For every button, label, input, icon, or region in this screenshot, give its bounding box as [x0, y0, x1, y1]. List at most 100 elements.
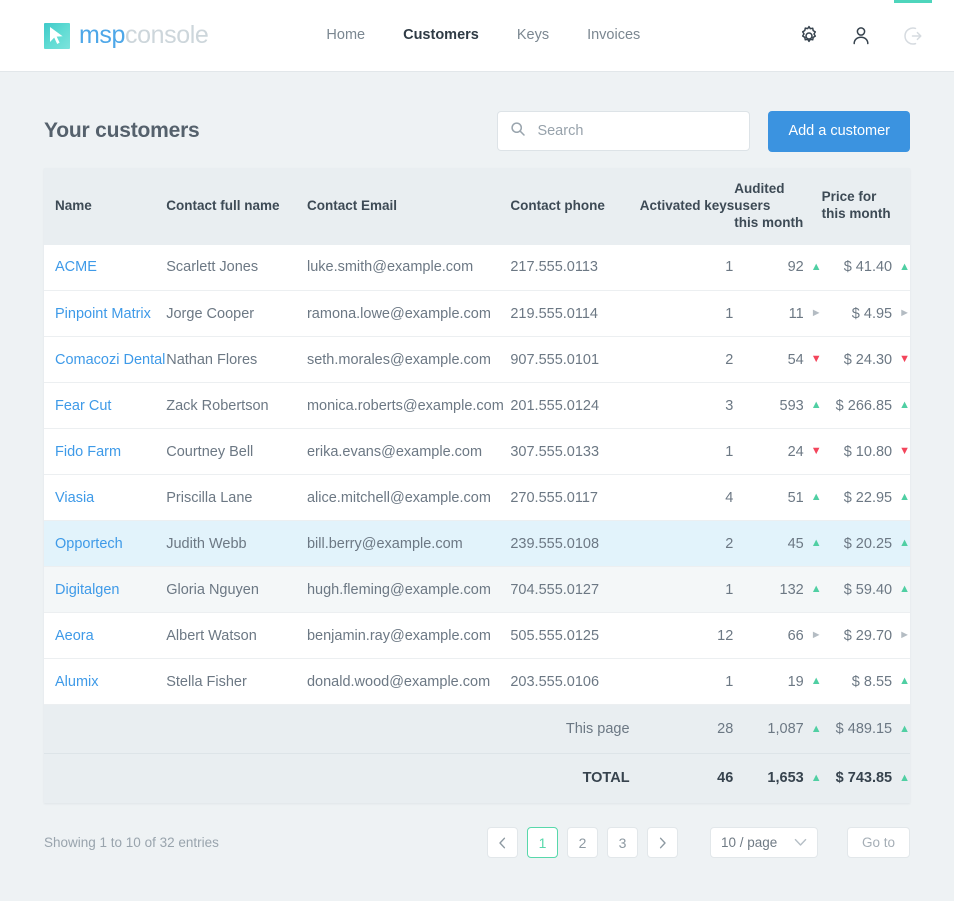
- cell-price: $ 8.55 ▲: [821, 658, 910, 706]
- cell-contact-full-name: Priscilla Lane: [166, 474, 307, 522]
- price-value: $ 29.70: [843, 627, 893, 644]
- trend-up-icon: ▲: [899, 675, 910, 688]
- table-row[interactable]: Opportech Judith Webb bill.berry@example.c…: [44, 520, 910, 568]
- price-value: $ 59.40: [843, 581, 893, 598]
- cell-name: Fear Cut: [44, 382, 167, 430]
- customer-link[interactable]: Aeora: [55, 628, 94, 644]
- brand-logo[interactable]: mspconsole: [44, 21, 209, 50]
- customer-link[interactable]: Comacozi Dental: [55, 352, 165, 368]
- audited-users-value: 24: [787, 443, 804, 460]
- cell-activated-keys: 1: [630, 428, 735, 476]
- cell-contact-full-name: Scarlett Jones: [166, 244, 307, 292]
- cell-name: Comacozi Dental: [44, 336, 167, 384]
- trend-down-icon: ▼: [899, 445, 910, 458]
- nav-link-customers[interactable]: Customers: [401, 3, 481, 68]
- audited-users-value: 593: [779, 397, 804, 414]
- cell-audited-users: 593 ▲: [734, 382, 822, 430]
- audited-users-value: 66: [787, 627, 804, 644]
- pagination-controls: 1 2 3 10 / page Go to: [487, 827, 910, 859]
- search-box[interactable]: [497, 111, 751, 151]
- table-row[interactable]: Fear Cut Zack Robertson monica.roberts@exa…: [44, 382, 910, 430]
- table-row[interactable]: Viasia Priscilla Lane alice.mitchell@examp…: [44, 474, 910, 522]
- table-row[interactable]: Fido Farm Courtney Bell erika.evans@exampl…: [44, 428, 910, 476]
- trend-flat-icon: ►: [899, 307, 910, 320]
- brand-text: mspconsole: [79, 21, 209, 50]
- column-header-name[interactable]: Name: [44, 168, 167, 245]
- cell-price: $ 20.25 ▲: [821, 520, 910, 568]
- cell-activated-keys: 12: [630, 612, 735, 660]
- price-value: $ 24.30: [843, 351, 893, 368]
- column-header-contact-phone[interactable]: Contact phone: [510, 168, 631, 245]
- customer-link[interactable]: Alumix: [55, 674, 99, 690]
- page-button-1[interactable]: 1: [527, 827, 558, 859]
- chevron-left-icon: [499, 837, 506, 849]
- trend-up-icon: ▲: [810, 771, 822, 784]
- footer-audited-users-value: 1,087: [767, 721, 804, 738]
- search-icon: [510, 121, 526, 142]
- customer-link[interactable]: Fear Cut: [55, 398, 111, 414]
- cell-contact-full-name: Jorge Cooper: [166, 290, 307, 338]
- customer-link[interactable]: Digitalgen: [55, 582, 120, 598]
- cell-activated-keys: 1: [630, 244, 735, 292]
- next-page-button[interactable]: [647, 827, 678, 859]
- table-footer: This page 28 1,087 ▲ $ 489.15 ▲ TOTAL 46 1,653 ▲ $…: [44, 704, 910, 803]
- customer-link[interactable]: Viasia: [55, 490, 94, 506]
- trend-up-icon: ▲: [810, 722, 822, 735]
- table-row[interactable]: Pinpoint Matrix Jorge Cooper ramona.lowe@e…: [44, 290, 910, 338]
- column-header-audited-users-line1: Audited users: [734, 181, 785, 213]
- column-header-contact-email[interactable]: Contact Email: [306, 168, 511, 245]
- cell-contact-email: monica.roberts@example.com: [306, 382, 511, 430]
- page-button-3[interactable]: 3: [607, 827, 638, 859]
- gear-icon[interactable]: [796, 23, 822, 49]
- customer-link[interactable]: ACME: [55, 259, 97, 275]
- table-row[interactable]: Alumix Stella Fisher donald.wood@example.c…: [44, 658, 910, 706]
- cell-audited-users: 132 ▲: [734, 566, 822, 614]
- footer-row-total: TOTAL 46 1,653 ▲ $ 743.85 ▲: [44, 753, 910, 803]
- table-row[interactable]: Comacozi Dental Nathan Flores seth.morales…: [44, 336, 910, 384]
- table-body: ACME Scarlett Jones luke.smith@example.com…: [44, 244, 910, 706]
- column-header-price[interactable]: Price for this month: [821, 168, 910, 245]
- cell-contact-email: benjamin.ray@example.com: [306, 612, 511, 660]
- page-button-2[interactable]: 2: [567, 827, 598, 859]
- cell-activated-keys: 2: [630, 520, 735, 568]
- cell-contact-full-name: Albert Watson: [166, 612, 307, 660]
- trend-flat-icon: ►: [899, 629, 910, 642]
- search-input[interactable]: [535, 122, 738, 140]
- user-icon[interactable]: [848, 23, 874, 49]
- trend-up-icon: ▲: [899, 491, 910, 504]
- nav-link-keys[interactable]: Keys: [515, 3, 551, 68]
- table-row[interactable]: ACME Scarlett Jones luke.smith@example.com…: [44, 244, 910, 292]
- column-header-audited-users[interactable]: Audited users this month: [734, 168, 822, 245]
- customer-link[interactable]: Opportech: [55, 536, 123, 552]
- customer-link[interactable]: Fido Farm: [55, 444, 121, 460]
- cell-price: $ 10.80 ▼: [821, 428, 910, 476]
- table-row[interactable]: Digitalgen Gloria Nguyen hugh.fleming@exam…: [44, 566, 910, 614]
- trend-up-icon: ▲: [899, 722, 910, 735]
- header-row: Name Contact full name Contact Email Con…: [44, 168, 910, 245]
- trend-up-icon: ▲: [899, 260, 910, 273]
- footer-price-value: $ 743.85: [835, 770, 893, 787]
- cell-price: $ 22.95 ▲: [821, 474, 910, 522]
- column-header-price-line1: Price for: [821, 189, 877, 205]
- price-value: $ 266.85: [835, 397, 893, 414]
- page-body: Your customers Add a customer Name Conta…: [0, 72, 954, 875]
- add-customer-button[interactable]: Add a customer: [768, 110, 910, 152]
- price-value: $ 22.95: [843, 489, 893, 506]
- per-page-select[interactable]: 10 / page: [710, 827, 818, 859]
- goto-page-button[interactable]: Go to: [847, 827, 910, 859]
- prev-page-button[interactable]: [487, 827, 518, 859]
- footer-label: TOTAL: [44, 753, 631, 803]
- nav-link-home[interactable]: Home: [324, 3, 367, 68]
- price-value: $ 4.95: [851, 305, 893, 322]
- cell-activated-keys: 4: [630, 474, 735, 522]
- column-header-activated-keys[interactable]: Activated keys: [630, 168, 735, 245]
- cell-audited-users: 19 ▲: [734, 658, 822, 706]
- table-row[interactable]: Aeora Albert Watson benjamin.ray@example.c…: [44, 612, 910, 660]
- column-header-contact-full-name[interactable]: Contact full name: [166, 168, 307, 245]
- logout-icon[interactable]: [894, 0, 932, 49]
- cell-contact-email: donald.wood@example.com: [306, 658, 511, 706]
- cell-contact-full-name: Gloria Nguyen: [166, 566, 307, 614]
- customer-link[interactable]: Pinpoint Matrix: [55, 306, 151, 322]
- nav-link-invoices[interactable]: Invoices: [585, 3, 642, 68]
- audited-users-value: 45: [787, 535, 804, 552]
